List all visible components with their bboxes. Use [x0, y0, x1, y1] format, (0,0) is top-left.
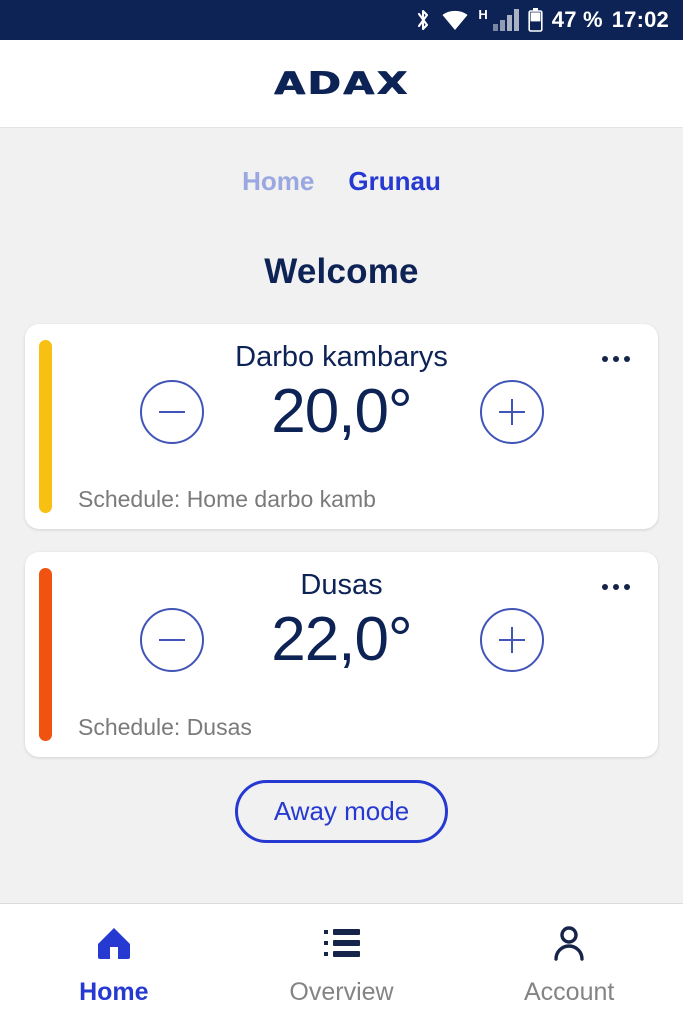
adax-logo: ADAX [273, 65, 410, 102]
decrease-temperature-button[interactable] [139, 608, 204, 673]
clock: 17:02 [611, 7, 669, 32]
room-schedule-label: Schedule: Dusas [78, 714, 252, 740]
breadcrumb: Home Grunau [0, 128, 683, 197]
app-screen: H 47 % 17:02 ADAX Home Grunau Welcome Da… [0, 0, 683, 1024]
room-status-bar-indicator [39, 568, 52, 741]
signal-bars-icon [492, 9, 519, 31]
room-status-bar-indicator [39, 340, 52, 513]
increase-temperature-button[interactable] [479, 380, 544, 445]
person-icon [549, 922, 589, 964]
increase-temperature-button[interactable] [479, 608, 544, 673]
nav-label-account: Account [524, 978, 615, 1006]
bluetooth-icon [414, 8, 432, 32]
main-content: Home Grunau Welcome Darbo kambarys 20,0°… [0, 128, 683, 904]
app-header: ADAX [0, 40, 683, 128]
away-mode-button[interactable]: Away mode [234, 780, 449, 843]
battery-icon [528, 8, 543, 32]
page-title: Welcome [264, 252, 419, 291]
battery-percentage: 47 % [551, 7, 603, 32]
nav-item-overview[interactable]: Overview [228, 922, 456, 1007]
breadcrumb-item-grunau[interactable]: Grunau [348, 166, 440, 197]
nav-item-home[interactable]: Home [0, 922, 228, 1007]
nav-label-home: Home [79, 978, 149, 1006]
room-name: Darbo kambarys [235, 341, 448, 373]
nav-label-overview: Overview [289, 978, 394, 1006]
room-card-list: Darbo kambarys 20,0° Schedule: Home darb… [0, 324, 683, 757]
room-options-menu-icon[interactable] [596, 342, 636, 376]
status-bar: H 47 % 17:02 [0, 0, 683, 40]
room-name: Dusas [300, 569, 383, 601]
decrease-temperature-button[interactable] [139, 380, 204, 445]
breadcrumb-item-home[interactable]: Home [242, 166, 314, 197]
room-card[interactable]: Darbo kambarys 20,0° Schedule: Home darb… [25, 324, 658, 529]
wifi-icon [441, 9, 469, 31]
network-type-label: H [478, 7, 488, 22]
home-icon [94, 922, 134, 964]
room-card[interactable]: Dusas 22,0° Schedule: Dusas [25, 552, 658, 757]
room-temperature-controls: 20,0° [47, 377, 636, 447]
bottom-navigation-bar: Home Overview Account [0, 904, 683, 1024]
away-mode-container: Away mode [0, 780, 683, 843]
nav-item-account[interactable]: Account [455, 922, 683, 1007]
list-icon [322, 922, 362, 964]
room-options-menu-icon[interactable] [596, 570, 636, 604]
room-schedule-label: Schedule: Home darbo kamb [78, 486, 376, 512]
room-temperature-value: 22,0° [271, 605, 412, 675]
room-temperature-controls: 22,0° [47, 605, 636, 675]
room-temperature-value: 20,0° [271, 377, 412, 447]
